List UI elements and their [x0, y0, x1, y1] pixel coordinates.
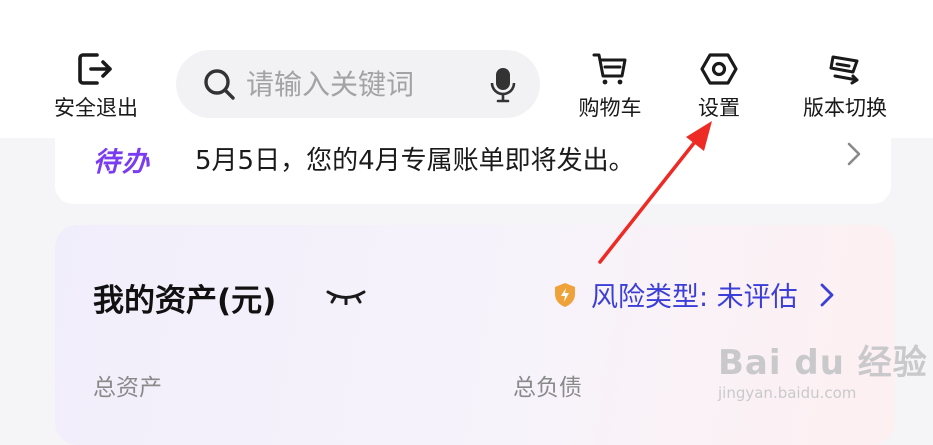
cart-button[interactable]: 购物车	[567, 52, 653, 122]
logout-button[interactable]: 安全退出	[40, 52, 152, 122]
switch-icon	[829, 55, 859, 85]
total-assets-label: 总资产	[93, 375, 162, 401]
chevron-right-icon	[820, 283, 834, 306]
shield-icon	[555, 282, 575, 307]
microphone-icon[interactable]	[490, 67, 516, 103]
chevron-right-icon	[847, 142, 861, 166]
todo-message: 5月5日，您的4月专属账单即将发出。	[195, 146, 635, 176]
version-switch-label: 版本切换	[803, 96, 887, 120]
cart-icon	[592, 53, 627, 85]
cart-label: 购物车	[578, 96, 642, 120]
watermark-url: jingyan.baidu.com	[718, 384, 857, 402]
logout-label: 安全退出	[54, 96, 138, 120]
version-switch-button[interactable]: 版本切换	[785, 52, 905, 122]
assets-title: 我的资产(元)	[93, 283, 277, 319]
eye-closed-icon[interactable]	[325, 289, 367, 305]
risk-type-text: 风险类型: 未评估	[591, 282, 798, 313]
gear-icon	[700, 53, 738, 85]
search-bar[interactable]	[176, 50, 540, 118]
todo-badge: 待办	[93, 147, 151, 178]
total-debt-label: 总负债	[513, 375, 582, 401]
logout-icon	[78, 53, 112, 85]
todo-card[interactable]: 待办 5月5日，您的4月专属账单即将发出。	[55, 126, 891, 204]
risk-type-link[interactable]: 风险类型: 未评估	[553, 275, 834, 314]
watermark-logo: Bai du 经验	[718, 343, 928, 383]
settings-button[interactable]: 设置	[676, 52, 762, 122]
search-input[interactable]	[246, 67, 476, 101]
settings-label: 设置	[698, 96, 740, 120]
search-icon	[204, 69, 235, 100]
